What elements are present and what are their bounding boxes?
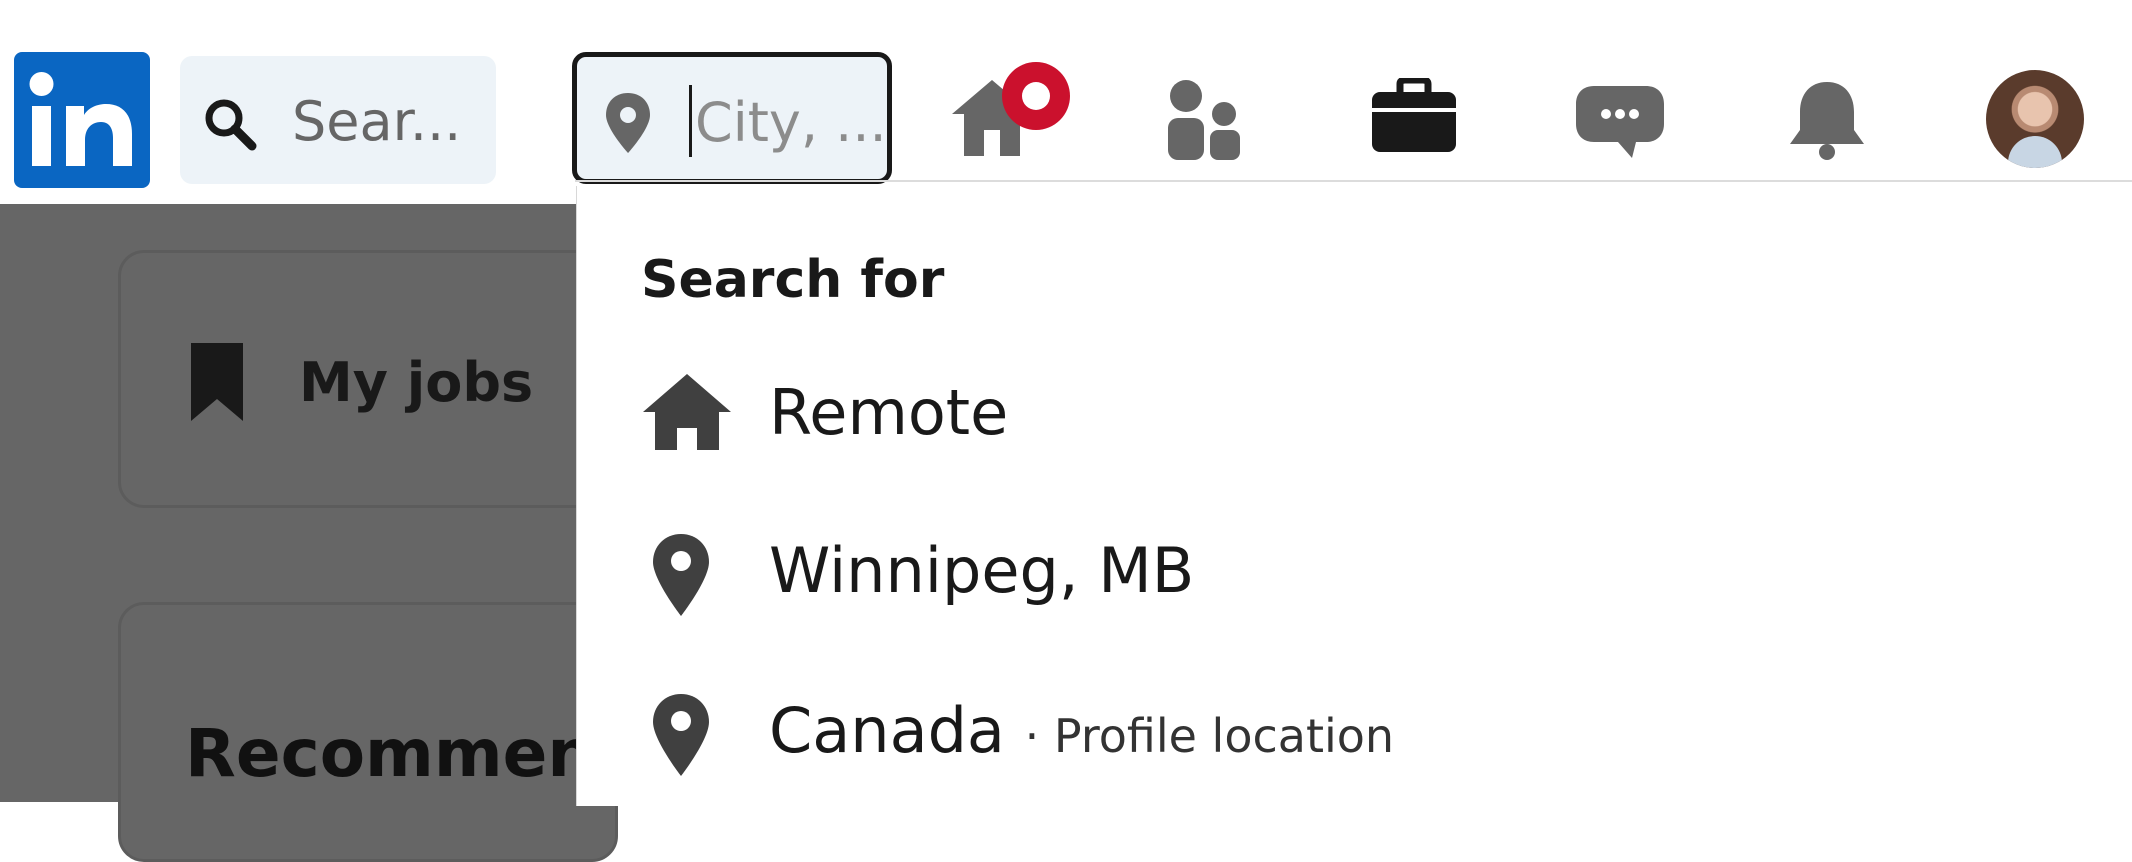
global-nav: Sear... City, ...: [0, 0, 2132, 204]
search-placeholder: Sear...: [292, 90, 462, 153]
home-icon: [643, 374, 731, 450]
text-caret: [689, 85, 692, 157]
suggestion-name: Canada: [769, 694, 1005, 767]
notification-badge: [1002, 62, 1070, 130]
my-jobs-card[interactable]: My jobs: [118, 250, 618, 508]
location-input[interactable]: City, ...: [572, 52, 892, 184]
jobs-icon[interactable]: [1370, 78, 1458, 154]
location-placeholder: City, ...: [695, 91, 887, 154]
suggestion-label: Winnipeg, MB: [769, 534, 1195, 607]
bookmark-icon: [191, 343, 243, 421]
dropdown-title: Search for: [641, 250, 945, 310]
linkedin-logo-icon: [29, 72, 132, 166]
search-box[interactable]: Sear...: [180, 56, 496, 184]
suggestion-sublabel: · Profile location: [1024, 709, 1395, 763]
recommended-card: Recommenc: [118, 602, 633, 862]
profile-avatar[interactable]: [1986, 70, 2084, 168]
recommended-heading: Recommenc: [185, 715, 634, 792]
my-network-icon[interactable]: [1164, 78, 1244, 162]
notifications-icon[interactable]: [1784, 78, 1870, 162]
header-divider: [575, 180, 2132, 182]
messaging-icon[interactable]: [1574, 84, 1666, 160]
location-pin-icon: [606, 93, 650, 153]
suggestion-canada[interactable]: Canada · Profile location: [577, 680, 2132, 820]
my-jobs-label: My jobs: [299, 351, 534, 414]
suggestion-winnipeg[interactable]: Winnipeg, MB: [577, 520, 2132, 660]
location-suggestions-dropdown: Search for Remote Winnipeg, MB Canada · …: [576, 186, 2132, 806]
location-pin-icon: [653, 534, 709, 616]
location-pin-icon: [653, 694, 709, 776]
suggestion-label: Remote: [769, 376, 1009, 449]
suggestion-remote[interactable]: Remote: [577, 360, 2132, 500]
linkedin-logo[interactable]: [14, 52, 150, 188]
search-icon: [205, 99, 257, 151]
suggestion-label: Canada · Profile location: [769, 694, 1394, 767]
